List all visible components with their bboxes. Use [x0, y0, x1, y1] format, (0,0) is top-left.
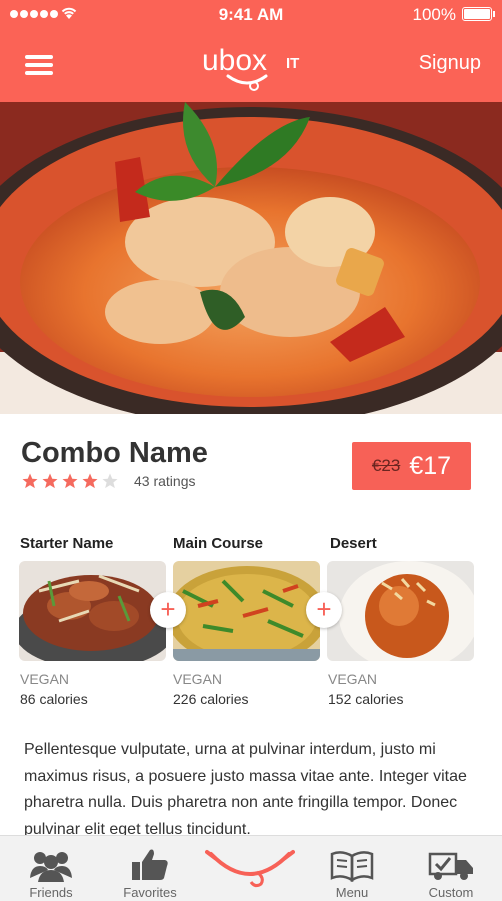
course-calories: 152 calories — [328, 691, 404, 707]
star-empty-icon — [102, 473, 118, 489]
menu-hamburger-icon[interactable] — [25, 55, 53, 75]
uboxit-logo: ubox IT — [202, 44, 299, 91]
course-title-desert: Desert — [330, 535, 377, 552]
nav-menu-label: Menu — [335, 885, 369, 900]
book-icon — [330, 851, 374, 882]
ratings-count: 43 ratings — [134, 473, 196, 489]
main-course-image[interactable] — [173, 561, 320, 661]
battery-percent: 100% — [412, 5, 456, 24]
star-filled-icon — [42, 473, 58, 489]
starter-image[interactable] — [19, 561, 166, 661]
nav-custom-label: Custom — [428, 885, 474, 900]
app-header: 9:41 AM 100% ubox IT Signup — [0, 0, 502, 102]
nav-favorites[interactable]: Favorites — [105, 836, 195, 901]
plus-icon[interactable]: + — [150, 592, 186, 628]
course-title-starter: Starter Name — [20, 535, 114, 552]
nav-favorites-label: Favorites — [123, 885, 177, 900]
battery-icon — [462, 7, 495, 21]
course-tag: VEGAN — [328, 671, 378, 687]
plus-icon[interactable]: + — [306, 592, 342, 628]
svg-text:ubox: ubox — [202, 44, 267, 77]
desert-image[interactable] — [327, 561, 474, 661]
combo-description: Pellentesque vulputate, urna at pulvinar… — [24, 741, 467, 837]
smile-logo-icon — [205, 850, 295, 888]
star-filled-icon — [22, 473, 38, 489]
thumbs-up-icon — [132, 849, 168, 880]
course-calories: 86 calories — [20, 691, 88, 707]
bottom-nav: Friends Favorites Menu Custom — [0, 835, 502, 901]
rating-stars — [21, 472, 119, 490]
course-title-main: Main Course — [173, 535, 264, 552]
status-bar: 9:41 AM 100% — [0, 0, 502, 28]
nav-menu[interactable]: Menu — [307, 836, 397, 901]
star-filled-icon — [62, 473, 78, 489]
friends-icon — [30, 852, 72, 882]
svg-text:IT: IT — [286, 55, 299, 72]
price-button[interactable]: €23 €17 — [352, 442, 471, 490]
nav-home-logo[interactable] — [205, 836, 295, 901]
old-price: €23 — [371, 456, 401, 475]
nav-custom[interactable]: Custom — [406, 836, 496, 901]
combo-name: Combo Name — [21, 437, 208, 469]
delivery-truck-icon — [428, 852, 473, 880]
combo-rating: 43 ratings — [21, 472, 195, 490]
course-tag: VEGAN — [173, 671, 223, 687]
course-tag: VEGAN — [20, 671, 70, 687]
signup-button[interactable]: Signup — [419, 52, 481, 75]
course-calories: 226 calories — [173, 691, 249, 707]
new-price: €17 — [409, 451, 452, 480]
combo-hero-image — [0, 102, 502, 414]
nav-friends-label: Friends — [29, 885, 73, 900]
nav-friends[interactable]: Friends — [6, 836, 96, 901]
star-filled-icon — [82, 473, 98, 489]
